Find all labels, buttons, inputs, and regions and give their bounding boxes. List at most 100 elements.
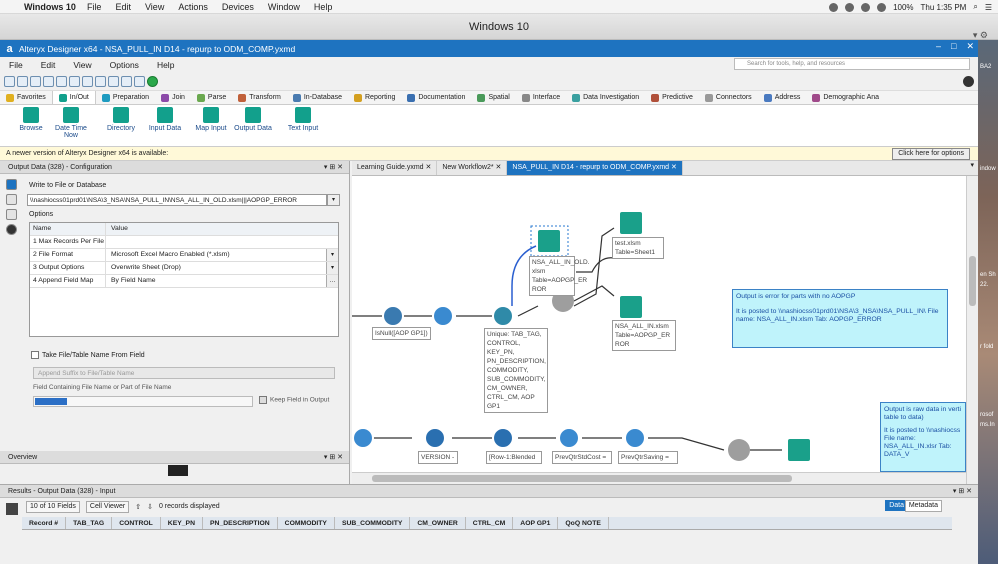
palette-tool-text-input[interactable]: Text Input (280, 107, 326, 132)
take-name-from-field[interactable]: Take File/Table Name From Field (31, 351, 145, 359)
column-header[interactable]: TAB_TAG (66, 517, 113, 529)
column-header[interactable]: SUB_COMMODITY (335, 517, 411, 529)
mac-menu-help[interactable]: Help (307, 2, 340, 12)
checkbox[interactable] (31, 351, 39, 359)
palette-tool-map-input[interactable]: Map Input (188, 107, 234, 132)
save-icon[interactable] (30, 75, 41, 87)
tab-spatial[interactable]: Spatial (471, 91, 515, 104)
status-icon[interactable] (845, 2, 855, 12)
refresh-icon[interactable] (108, 75, 119, 87)
paste-icon[interactable] (69, 75, 80, 87)
column-header[interactable]: PN_DESCRIPTION (203, 517, 278, 529)
new-icon[interactable] (4, 75, 15, 87)
panel-controls-icon[interactable]: ▾ ⊞ ✕ (324, 161, 343, 174)
close-icon[interactable]: ✕ (966, 41, 974, 52)
tab-metadata[interactable]: Metadata (904, 500, 942, 512)
run-icon[interactable] (147, 75, 158, 87)
maximize-icon[interactable]: □ (951, 41, 956, 52)
panel-controls-icon[interactable]: ▾ ⊞ ✕ (953, 485, 972, 498)
configuration-icon[interactable] (6, 179, 17, 190)
mac-menu-edit[interactable]: Edit (108, 2, 138, 12)
tab-in-out[interactable]: In/Out (51, 91, 96, 104)
column-header[interactable]: CM_OWNER (410, 517, 466, 529)
tab-interface[interactable]: Interface (516, 91, 566, 104)
comment-box[interactable]: Output is error for parts with no AOPGP … (732, 289, 948, 348)
ellipsis-button[interactable]: … (326, 275, 338, 287)
tab-address[interactable]: Address (758, 91, 807, 104)
option-value-select[interactable]: Microsoft Excel Macro Enabled (*.xlsm) ▾ (106, 249, 338, 261)
column-header[interactable]: KEY_PN (161, 517, 203, 529)
output-data-tool-icon[interactable] (620, 212, 642, 234)
clock[interactable]: Thu 1:35 PM (921, 3, 967, 12)
tab-preparation[interactable]: Preparation (96, 91, 155, 104)
mac-menu-view[interactable]: View (138, 2, 171, 12)
overview-thumbnail[interactable] (168, 465, 188, 476)
menu-view[interactable]: View (64, 60, 100, 70)
menu-edit[interactable]: Edit (32, 60, 65, 70)
tab-new-workflow2[interactable]: New Workflow2* ✕ (437, 161, 508, 175)
tab-nsa-pull-in[interactable]: NSA_PULL_IN D14 - repurp to ODM_COMP.yxm… (507, 161, 683, 175)
help-icon[interactable] (6, 224, 17, 235)
status-icon[interactable] (861, 2, 871, 12)
output-data-tool-icon[interactable] (788, 439, 810, 461)
option-row[interactable]: 2 File Format Microsoft Excel Macro Enab… (30, 249, 338, 262)
zoom-out-icon[interactable] (134, 75, 145, 87)
tab-data-investigation[interactable]: Data Investigation (566, 91, 645, 104)
chevron-down-icon[interactable]: ▾ (327, 194, 340, 206)
column-header[interactable]: QoQ NOTE (558, 517, 609, 529)
palette-tool-directory[interactable]: Directory (98, 107, 144, 132)
sort-tool-icon[interactable] (352, 427, 374, 449)
undo-icon[interactable] (82, 75, 93, 87)
keep-field-option[interactable]: Keep Field in Output (259, 396, 329, 404)
chevron-down-icon[interactable]: ▾ (326, 249, 338, 261)
comment-box[interactable]: Output is raw data in verti table to dat… (880, 402, 966, 472)
properties-icon[interactable] (6, 194, 17, 205)
redo-icon[interactable] (95, 75, 106, 87)
tab-predictive[interactable]: Predictive (645, 91, 699, 104)
help-icon[interactable] (963, 75, 974, 87)
minimize-icon[interactable]: – (936, 41, 941, 52)
filter-tool-icon[interactable] (382, 305, 404, 327)
menu-list-icon[interactable]: ☰ (985, 3, 992, 12)
update-options-button[interactable]: Click here for options (892, 148, 970, 160)
option-row[interactable]: 3 Output Options Overwrite Sheet (Drop) ▾ (30, 262, 338, 275)
menu-options[interactable]: Options (101, 60, 148, 70)
column-header[interactable]: AOP GP1 (513, 517, 559, 529)
option-value-select[interactable]: Overwrite Sheet (Drop) ▾ (106, 262, 338, 274)
cell-viewer-select[interactable]: Cell Viewer (85, 500, 130, 513)
output-data-tool-icon[interactable] (620, 296, 642, 318)
arrow-down-icon[interactable]: ⇩ (147, 503, 153, 511)
menu-file[interactable]: File (0, 60, 32, 70)
palette-tool-date-time-now[interactable]: Date Time Now (48, 107, 94, 139)
spotlight-icon[interactable]: ⌕ (973, 2, 977, 12)
sort-tool-icon[interactable] (432, 305, 454, 327)
tab-documentation[interactable]: Documentation (401, 91, 471, 104)
annotation-icon[interactable] (6, 209, 17, 220)
panel-controls-icon[interactable]: ▾ ⊞ ✕ (324, 451, 343, 464)
fields-selector[interactable]: 10 of 10 Fields (26, 500, 80, 513)
battery-level[interactable]: 100% (893, 3, 913, 12)
output-path-field[interactable]: \\nashiocss01prd01\NSA\3_NSA\NSA_PULL_IN… (27, 194, 327, 206)
multirow-tool-icon[interactable] (492, 427, 514, 449)
tab-connectors[interactable]: Connectors (699, 91, 758, 104)
palette-tool-output-data[interactable]: Output Data (230, 107, 276, 132)
arrow-up-icon[interactable]: ⇧ (135, 503, 141, 511)
unique-tool-icon[interactable] (492, 305, 514, 327)
block-until-done-icon[interactable] (728, 439, 750, 461)
menu-help[interactable]: Help (148, 60, 183, 70)
mac-menu-window[interactable]: Window (261, 2, 307, 12)
option-value-select[interactable]: By Field Name… (106, 275, 338, 287)
option-row[interactable]: 4 Append Field Map By Field Name… (30, 275, 338, 288)
mac-menu-devices[interactable]: Devices (215, 2, 261, 12)
status-icon[interactable] (829, 2, 839, 12)
copy-icon[interactable] (56, 75, 67, 87)
app-menu[interactable]: Windows 10 (14, 2, 80, 12)
vertical-scrollbar[interactable] (966, 176, 978, 484)
scroll-thumb[interactable] (372, 475, 792, 482)
column-header[interactable]: CONTROL (112, 517, 161, 529)
search-input[interactable]: Search for tools, help, and resources (734, 58, 970, 70)
option-value[interactable] (106, 236, 338, 248)
scroll-thumb[interactable] (969, 256, 976, 306)
column-header[interactable]: Record # (22, 517, 67, 529)
wifi-icon[interactable] (877, 2, 887, 12)
